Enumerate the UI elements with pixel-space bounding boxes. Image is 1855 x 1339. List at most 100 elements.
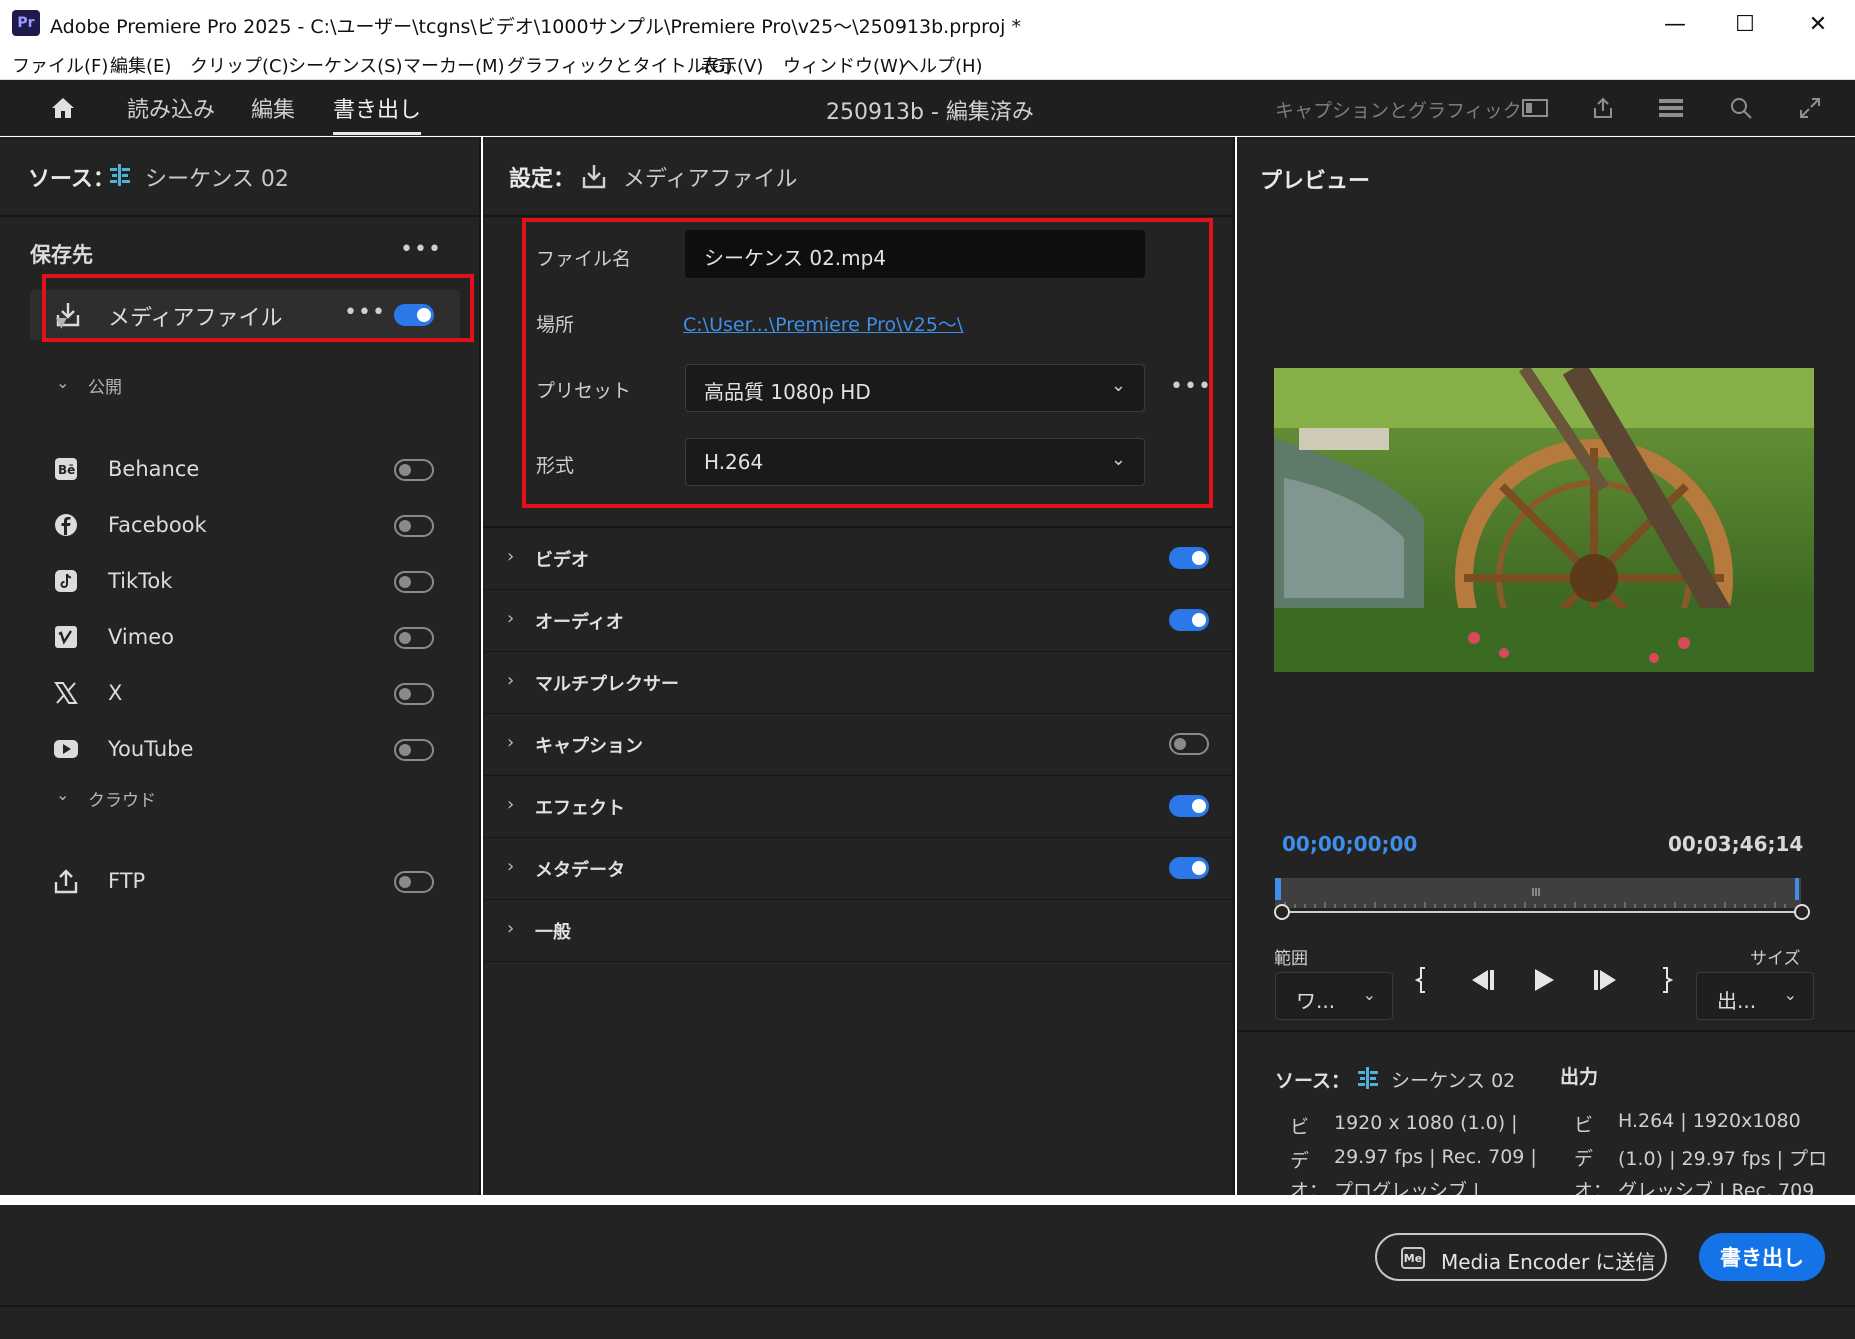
home-icon[interactable]	[48, 94, 78, 122]
section-general[interactable]: › 一般	[483, 900, 1235, 962]
preview-title: プレビュー	[1260, 169, 1371, 194]
destination-ftp[interactable]: FTP	[30, 857, 460, 907]
play-icon[interactable]	[1526, 962, 1562, 998]
maximize-button[interactable]: ☐	[1725, 8, 1765, 40]
timecode-end: 00;03;46;14	[1668, 832, 1804, 856]
video-toggle[interactable]	[1169, 547, 1209, 569]
settings-header: 設定： メディアファイル	[483, 137, 1233, 217]
range-dropdown[interactable]: ワ... ⌄	[1275, 972, 1393, 1020]
divider	[0, 1305, 1855, 1307]
share-icon[interactable]	[1588, 94, 1618, 122]
tab-import[interactable]: 読み込み	[127, 92, 215, 124]
destination-vimeo[interactable]: Vimeo	[30, 613, 460, 663]
section-video[interactable]: › ビデオ	[483, 528, 1235, 590]
mark-in-icon[interactable]	[1404, 962, 1440, 998]
export-button[interactable]: 書き出し	[1699, 1233, 1825, 1281]
facebook-toggle[interactable]	[394, 515, 434, 537]
range-value: ワ...	[1296, 989, 1336, 1013]
behance-toggle[interactable]	[394, 459, 434, 481]
chevron-right-icon: ›	[507, 856, 515, 877]
menu-marker[interactable]: マーカー(M)	[403, 52, 505, 78]
chevron-down-icon: ⌄	[1783, 985, 1797, 1004]
facebook-label: Facebook	[108, 513, 207, 537]
metadata-toggle[interactable]	[1169, 857, 1209, 879]
section-label: ビデオ	[535, 550, 589, 571]
destination-more-icon[interactable]: •••	[400, 237, 442, 262]
menu-window[interactable]: ウィンドウ(W)	[783, 52, 905, 78]
x-toggle[interactable]	[394, 683, 434, 705]
info-output-label: 出力	[1560, 1066, 1599, 1088]
destination-behance[interactable]: Bē Behance	[30, 445, 460, 495]
active-tab-indicator	[333, 132, 421, 135]
range-bar	[1275, 911, 1803, 913]
section-effects[interactable]: › エフェクト	[483, 776, 1235, 838]
source-header: ソース： シーケンス 02	[0, 137, 479, 217]
panel-layout-icon[interactable]	[1520, 94, 1550, 122]
size-dropdown[interactable]: 出... ⌄	[1696, 972, 1814, 1020]
step-back-icon[interactable]	[1464, 962, 1500, 998]
preview-timeline[interactable]	[1275, 878, 1801, 908]
youtube-toggle[interactable]	[394, 739, 434, 761]
x-icon	[52, 679, 80, 707]
chevron-right-icon: ›	[507, 794, 515, 815]
tiktok-icon	[52, 567, 80, 595]
audio-toggle[interactable]	[1169, 609, 1209, 631]
send-to-media-encoder-button[interactable]: Me Media Encoder に送信	[1375, 1233, 1667, 1281]
source-label: ソース：	[28, 167, 115, 192]
menu-edit[interactable]: 編集(E)	[110, 52, 171, 78]
search-icon[interactable]	[1726, 94, 1756, 122]
media-encoder-icon: Me	[1401, 1247, 1425, 1269]
destination-youtube[interactable]: YouTube	[30, 725, 460, 775]
settings-highlight	[522, 218, 1213, 508]
section-captions[interactable]: › キャプション	[483, 714, 1235, 776]
section-audio[interactable]: › オーディオ	[483, 590, 1235, 652]
youtube-label: YouTube	[108, 737, 194, 761]
mark-out-icon[interactable]	[1648, 962, 1684, 998]
queue-list-icon[interactable]	[1656, 94, 1686, 122]
tab-export[interactable]: 書き出し	[333, 92, 421, 124]
youtube-icon	[52, 735, 80, 763]
destination-facebook[interactable]: Facebook	[30, 501, 460, 551]
source-val: 1920 x 1080 (1.0) |	[1334, 1112, 1518, 1134]
tiktok-toggle[interactable]	[394, 571, 434, 593]
fullscreen-icon[interactable]	[1795, 94, 1825, 122]
menu-clip[interactable]: クリップ(C)	[190, 52, 289, 78]
menu-sequence[interactable]: シーケンス(S)	[288, 52, 403, 78]
menu-graphics[interactable]: グラフィックとタイトル(G)	[507, 52, 733, 78]
ftp-toggle[interactable]	[394, 871, 434, 893]
section-metadata[interactable]: › メタデータ	[483, 838, 1235, 900]
captions-toggle[interactable]	[1169, 733, 1209, 755]
section-multiplexer[interactable]: › マルチプレクサー	[483, 652, 1235, 714]
destination-x[interactable]: X	[30, 669, 460, 719]
captions-graphics-link[interactable]: キャプションとグラフィック	[1275, 96, 1522, 123]
chevron-right-icon: ›	[507, 670, 515, 691]
tab-edit[interactable]: 編集	[251, 92, 295, 124]
premiere-app-icon: Pr	[12, 10, 40, 36]
menu-file[interactable]: ファイル(F)	[12, 52, 108, 78]
in-point-handle[interactable]	[1274, 904, 1290, 920]
out-point-handle[interactable]	[1794, 904, 1810, 920]
size-label: サイズ	[1750, 949, 1801, 969]
section-label: キャプション	[535, 736, 643, 757]
output-key: ビ	[1574, 1114, 1594, 1136]
section-label: オーディオ	[535, 612, 624, 633]
vimeo-toggle[interactable]	[394, 627, 434, 649]
minimize-button[interactable]: —	[1655, 8, 1695, 40]
sequence-icon	[108, 163, 132, 187]
section-label: 一般	[535, 922, 571, 943]
chevron-right-icon: ›	[507, 546, 515, 567]
tiktok-label: TikTok	[108, 569, 173, 593]
chevron-right-icon: ›	[507, 732, 515, 753]
ftp-label: FTP	[108, 869, 146, 893]
timecode-start[interactable]: 00;00;00;00	[1282, 832, 1417, 856]
effects-toggle[interactable]	[1169, 795, 1209, 817]
close-button[interactable]: ✕	[1798, 8, 1838, 40]
destination-tiktok[interactable]: TikTok	[30, 557, 460, 607]
menu-bar: ファイル(F) 編集(E) クリップ(C) シーケンス(S) マーカー(M) グ…	[0, 48, 1855, 80]
cloud-collapse-icon[interactable]: ⌄	[56, 785, 69, 804]
step-forward-icon[interactable]	[1588, 962, 1624, 998]
upload-icon	[52, 867, 80, 895]
publish-collapse-icon[interactable]: ⌄	[56, 373, 69, 392]
menu-help[interactable]: ヘルプ(H)	[901, 52, 983, 78]
menu-view[interactable]: 表示(V)	[701, 52, 763, 78]
